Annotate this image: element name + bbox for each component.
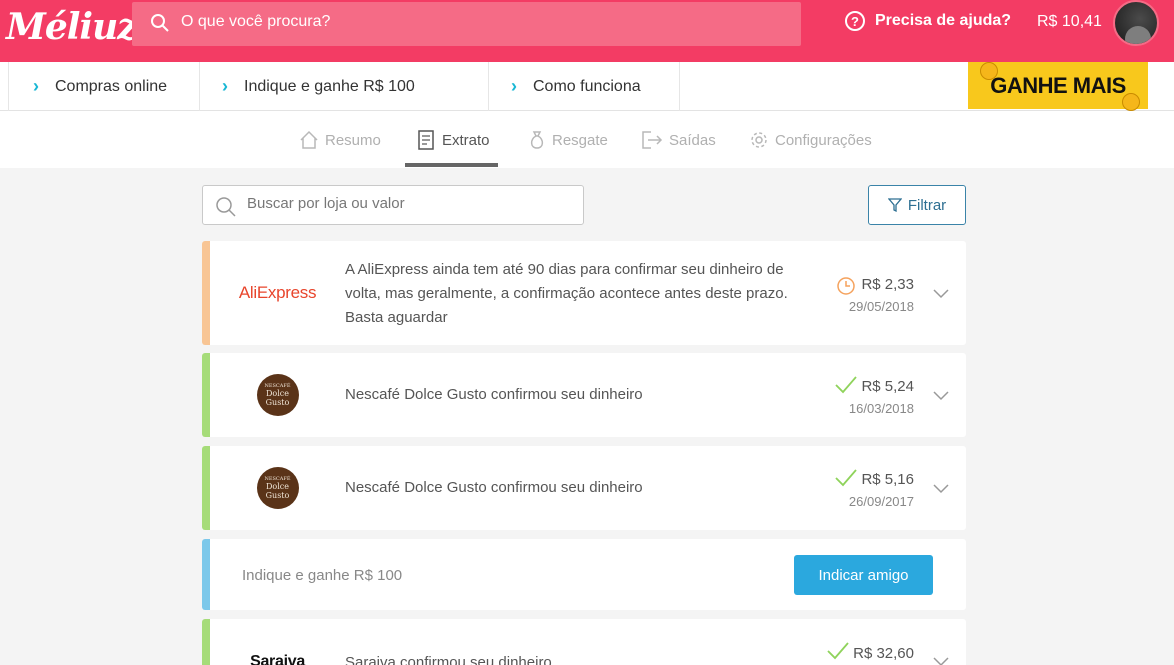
transaction-message: Saraiva confirmou seu dinheiro: [345, 654, 552, 665]
nav-compras-online[interactable]: › Compras online: [8, 62, 200, 111]
tab-label: Extrato: [442, 131, 490, 149]
saraiva-logo: Saraiva: [250, 653, 305, 665]
global-search-placeholder: O que você procura?: [181, 13, 331, 30]
money-face-icon: [1122, 93, 1140, 111]
promo-label: GANHE MAIS: [990, 72, 1126, 98]
filter-button[interactable]: Filtrar: [868, 185, 966, 225]
store-logo: NESCAFÉ Dolce Gusto: [210, 353, 345, 437]
transaction-message: Nescafé Dolce Gusto confirmou seu dinhei…: [345, 479, 643, 496]
funnel-icon: [887, 198, 902, 212]
top-header: Méliuz O que você procura? ? Precisa de …: [0, 0, 1174, 62]
money-face-icon: [980, 62, 998, 80]
tab-resgate[interactable]: Resgate: [528, 130, 608, 150]
transaction-date: 26/09/2017: [848, 494, 914, 509]
tab-label: Configurações: [775, 131, 872, 149]
receipt-icon: [418, 130, 434, 150]
money-bag-icon: [530, 131, 544, 149]
chevron-right-icon: ›: [511, 76, 517, 96]
nav-label: Compras online: [55, 77, 168, 95]
nav-como-funciona[interactable]: › Como funciona: [489, 62, 680, 111]
transaction-card[interactable]: Saraiva Saraiva confirmou seu dinheiro R…: [202, 619, 966, 665]
nav-label: Indique e ganhe R$ 100: [244, 77, 415, 95]
user-avatar[interactable]: [1113, 0, 1159, 46]
nav-indique-ganhe[interactable]: › Indique e ganhe R$ 100: [200, 62, 489, 111]
tab-saidas[interactable]: Saídas: [641, 130, 716, 150]
tab-label: Saídas: [669, 131, 716, 149]
status-bar: [202, 241, 210, 345]
exit-icon: [642, 131, 663, 149]
gear-icon: [751, 132, 767, 148]
transaction-date: 16/03/2018: [848, 401, 914, 416]
nav-label: Como funciona: [533, 77, 641, 95]
status-bar: [202, 539, 210, 610]
clock-icon: [837, 277, 855, 295]
status-bar: [202, 446, 210, 530]
store-logo: AliExpress: [210, 241, 345, 345]
store-logo: NESCAFÉ Dolce Gusto: [210, 446, 345, 530]
statement-search-field[interactable]: [202, 185, 584, 225]
transaction-card[interactable]: NESCAFÉ Dolce Gusto Nescafé Dolce Gusto co…: [202, 353, 966, 437]
transaction-amount: R$ 5,24: [861, 378, 914, 395]
home-icon: [300, 130, 318, 149]
dolce-gusto-logo: NESCAFÉ Dolce Gusto: [256, 467, 299, 509]
balance-amount[interactable]: R$ 10,41: [1037, 13, 1102, 31]
checkmark-icon: [835, 376, 857, 394]
tab-label: Resumo: [325, 131, 381, 149]
meliuz-logo[interactable]: Méliuz: [6, 6, 138, 48]
chevron-right-icon: ›: [222, 76, 228, 96]
checkmark-icon: [827, 642, 849, 660]
transaction-card[interactable]: NESCAFÉ Dolce Gusto Nescafé Dolce Gusto co…: [202, 446, 966, 530]
transaction-date: 29/05/2018: [848, 299, 914, 314]
transaction-amount: R$ 32,60: [853, 645, 914, 662]
tab-resumo[interactable]: Resumo: [299, 130, 381, 150]
status-bar: [202, 353, 210, 437]
chevron-down-icon[interactable]: [933, 480, 949, 496]
transaction-amount: R$ 2,33: [861, 276, 914, 293]
tab-configuracoes[interactable]: Configurações: [749, 130, 872, 150]
account-tabs: Resumo Extrato Resgate Saídas Configuraç…: [0, 111, 1174, 168]
tab-extrato[interactable]: Extrato: [416, 130, 490, 150]
transaction-message: A AliExpress ainda tem até 90 dias para …: [345, 261, 788, 326]
status-bar: [202, 619, 210, 665]
aliexpress-logo: AliExpress: [238, 283, 317, 302]
transaction-message: Nescafé Dolce Gusto confirmou seu dinhei…: [345, 386, 643, 403]
store-logo: Saraiva: [210, 619, 345, 665]
dolce-gusto-logo: NESCAFÉ Dolce Gusto: [256, 374, 299, 416]
tab-label: Resgate: [552, 131, 608, 149]
chevron-right-icon: ›: [33, 76, 39, 96]
filter-label: Filtrar: [907, 196, 947, 214]
search-icon: [216, 197, 236, 217]
checkmark-icon: [835, 469, 857, 487]
global-search-bar[interactable]: O que você procura?: [132, 2, 801, 46]
transaction-card[interactable]: AliExpress A AliExpress ainda tem até 90…: [202, 241, 966, 345]
chevron-down-icon[interactable]: [933, 285, 949, 301]
invite-card: Indique e ganhe R$ 100 Indicar amigo: [202, 539, 966, 610]
chevron-down-icon[interactable]: [933, 387, 949, 403]
chevron-down-icon[interactable]: [933, 653, 949, 665]
help-link[interactable]: ? Precisa de ajuda?: [845, 11, 1011, 31]
invite-text: Indique e ganhe R$ 100: [242, 567, 403, 584]
active-tab-indicator: [405, 163, 498, 167]
search-icon: [151, 14, 169, 32]
question-circle-icon: ?: [845, 11, 865, 31]
ganhe-mais-banner[interactable]: GANHE MAIS: [968, 62, 1148, 111]
invite-friend-button[interactable]: Indicar amigo: [794, 555, 933, 595]
statement-search-input[interactable]: [247, 195, 567, 212]
help-label: Precisa de ajuda?: [875, 12, 1012, 29]
transaction-amount: R$ 5,16: [861, 471, 914, 488]
